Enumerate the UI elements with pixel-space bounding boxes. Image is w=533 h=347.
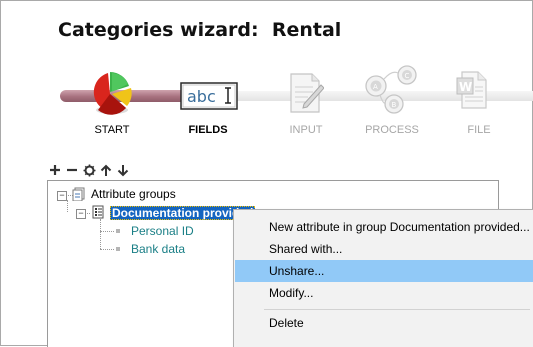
move-up-icon[interactable] [98,162,114,178]
step-label-process[interactable]: PROCESS [352,124,432,136]
settings-icon[interactable] [81,162,97,178]
remove-icon[interactable] [64,162,80,178]
root-collapse-toggle[interactable]: − [57,191,67,201]
step-label-fields[interactable]: FIELDS [168,124,248,136]
menu-item-new-attribute[interactable]: New attribute in group Documentation pro… [235,216,533,238]
tree-connector [100,219,101,249]
group-list-icon [91,205,105,222]
tree-toolbar [47,162,131,178]
svg-text:abc: abc [187,87,216,106]
context-menu: New attribute in group Documentation pro… [233,209,533,347]
tree-item-attribute-groups[interactable]: Attribute groups [91,186,176,202]
add-icon[interactable] [47,162,63,178]
group-folder-icon [72,187,86,204]
tree-connector [100,231,114,232]
leaf-bullet-icon [116,247,120,251]
tree-connector [100,249,114,250]
menu-item-shared-with[interactable]: Shared with... [235,238,533,260]
step-label-start[interactable]: START [72,124,152,136]
group-collapse-toggle[interactable]: − [76,209,86,219]
pie-chart-icon[interactable] [88,70,136,122]
document-edit-icon[interactable] [288,72,325,118]
svg-text:W: W [459,80,472,94]
page-title: Categories wizard: Rental [58,19,342,41]
step-label-input[interactable]: INPUT [266,124,346,136]
menu-item-modify[interactable]: Modify... [235,282,533,304]
text-field-icon[interactable]: abc [180,82,238,114]
leaf-bullet-icon [116,229,120,233]
menu-item-delete[interactable]: Delete [235,312,533,334]
process-circles-icon[interactable]: A C B [364,64,418,120]
word-file-icon[interactable]: W [456,70,488,114]
tree-connector [67,200,68,212]
svg-text:B: B [392,101,397,109]
svg-text:C: C [405,72,410,80]
menu-separator [264,309,530,310]
menu-item-unshare[interactable]: Unshare... [235,260,533,282]
move-down-icon[interactable] [115,162,131,178]
svg-text:A: A [373,83,378,91]
tree-item-personal-id[interactable]: Personal ID [131,223,194,239]
tree-item-bank-data[interactable]: Bank data [131,241,185,257]
step-label-file[interactable]: FILE [439,124,519,136]
